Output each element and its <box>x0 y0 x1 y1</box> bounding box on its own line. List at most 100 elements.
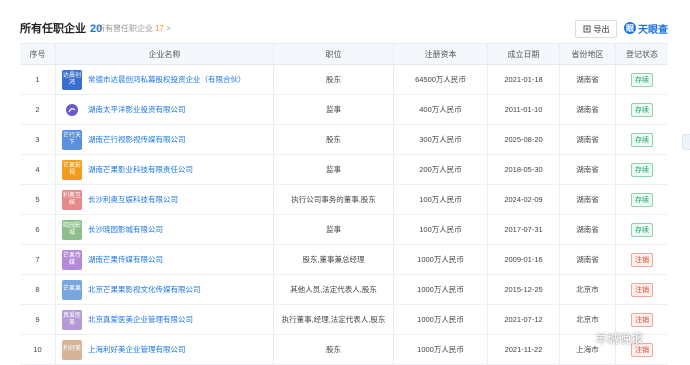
status-badge: 注销 <box>631 282 653 297</box>
company-logo: 利奥互娱 <box>62 189 82 210</box>
row-index: 8 <box>20 275 56 304</box>
tab-former-companies[interactable]: 所有曾任职企业 17 > <box>97 23 171 34</box>
date-cell: 2021-07-12 <box>488 305 560 334</box>
position-cell: 监事 <box>274 155 394 184</box>
companies-table: 序号 企业名称 职位 注册资本 成立日期 省份地区 登记状态 1 达晨创鸿 常德市达… <box>20 43 668 365</box>
table-header: 序号 企业名称 职位 注册资本 成立日期 省份地区 登记状态 <box>20 44 668 65</box>
table-row[interactable]: 5 利奥互娱 长沙利奥互娱科技有限公司 执行公司事务的董事,股东 100万人民币 2024… <box>20 185 668 215</box>
export-button[interactable]: 导出 <box>575 20 617 38</box>
position-cell: 股东 <box>274 335 394 364</box>
company-cell: 芒果影视 湖南芒果影业科技有限责任公司 <box>56 155 274 184</box>
capital-cell: 200万人民币 <box>394 155 488 184</box>
position-cell: 监事 <box>274 95 394 124</box>
date-cell: 2015-12-25 <box>488 275 560 304</box>
status-badge: 存续 <box>631 162 653 177</box>
capital-cell: 1000万人民币 <box>394 275 488 304</box>
company-name-link[interactable]: 湖南芒行视影视传媒有限公司 <box>88 134 186 145</box>
region-cell: 湖南省 <box>560 245 616 274</box>
status-cell: 存续 <box>616 95 668 124</box>
status-cell: 存续 <box>616 65 668 94</box>
capital-cell: 64500万人民币 <box>394 65 488 94</box>
watermark: 羊城晚报 <box>580 330 643 347</box>
position-cell: 股东 <box>274 125 394 154</box>
capital-cell: 100万人民币 <box>394 215 488 244</box>
status-badge: 存续 <box>631 222 653 237</box>
company-cell: 真爱医美 北京真爱医美企业管理有限公司 <box>56 305 274 334</box>
export-icon <box>583 25 590 33</box>
region-cell: 北京市 <box>560 275 616 304</box>
company-name-link[interactable]: 北京真爱医美企业管理有限公司 <box>88 314 193 325</box>
table-row[interactable]: 4 芒果影视 湖南芒果影业科技有限责任公司 监事 200万人民币 2018-05-30 湖南… <box>20 155 668 185</box>
position-cell: 其他人员,法定代表人,股东 <box>274 275 394 304</box>
company-logo: 芒行天下 <box>62 129 82 150</box>
weibo-icon <box>580 335 590 344</box>
title-text: 所有任职企业 <box>20 23 86 35</box>
capital-cell: 1000万人民币 <box>394 335 488 364</box>
watermark-text: 羊城晚报 <box>595 332 644 346</box>
position-cell: 股东,董事兼总经理 <box>274 245 394 274</box>
region-cell: 湖南省 <box>560 125 616 154</box>
brand-label: 天眼查 <box>638 24 668 36</box>
col-header-region: 省份地区 <box>560 44 616 64</box>
table-row[interactable]: 6 晓园影城 长沙晓园影城有限公司 监事 100万人民币 2017-07-31 湖南省 存续 <box>20 215 668 245</box>
eye-icon: 眼 <box>624 22 636 34</box>
company-cell: 达晨创鸿 常德市达晨创鸿私募股权投资企业（有限合伙） <box>56 65 274 94</box>
status-cell: 存续 <box>616 215 668 244</box>
date-cell: 2009-01-16 <box>488 245 560 274</box>
subtab-label: 所有曾任职企业 <box>97 24 153 33</box>
company-name-link[interactable]: 长沙晓园影城有限公司 <box>88 224 163 235</box>
region-cell: 湖南省 <box>560 185 616 214</box>
region-cell: 湖南省 <box>560 215 616 244</box>
status-badge: 注销 <box>631 252 653 267</box>
row-index: 1 <box>20 65 56 94</box>
table-row[interactable]: 8 芒果果 北京芒果果影视文化传媒有限公司 其他人员,法定代表人,股东 1000万人民币… <box>20 275 668 305</box>
company-logo: 芒果影视 <box>62 159 82 180</box>
col-header-status: 登记状态 <box>626 49 658 59</box>
table-row[interactable]: 1 达晨创鸿 常德市达晨创鸿私募股权投资企业（有限合伙） 股东 64500万人民币 202… <box>20 65 668 95</box>
date-cell: 2017-07-31 <box>488 215 560 244</box>
row-index: 7 <box>20 245 56 274</box>
col-header-index: 序号 <box>20 44 56 64</box>
company-logo: 真爱医美 <box>62 309 82 330</box>
section-title: 所有任职企业 20 <box>20 20 102 36</box>
side-feedback-tab[interactable] <box>682 134 690 150</box>
row-index: 3 <box>20 125 56 154</box>
row-index: 4 <box>20 155 56 184</box>
region-cell: 湖南省 <box>560 155 616 184</box>
company-cell: 湖南太平洋影业投资有限公司 <box>56 95 274 124</box>
table-row[interactable]: 9 真爱医美 北京真爱医美企业管理有限公司 执行董事,经理,法定代表人,股东 1000万… <box>20 305 668 335</box>
status-badge: 存续 <box>631 132 653 147</box>
region-cell: 湖南省 <box>560 65 616 94</box>
row-index: 9 <box>20 305 56 334</box>
position-cell: 股东 <box>274 65 394 94</box>
company-cell: 晓园影城 长沙晓园影城有限公司 <box>56 215 274 244</box>
company-name-link[interactable]: 常德市达晨创鸿私募股权投资企业（有限合伙） <box>88 74 246 85</box>
company-cell: 芒行天下 湖南芒行视影视传媒有限公司 <box>56 125 274 154</box>
company-name-link[interactable]: 湖南太平洋影业投资有限公司 <box>88 104 186 115</box>
date-cell: 2021-11-22 <box>488 335 560 364</box>
status-badge: 存续 <box>631 192 653 207</box>
company-name-link[interactable]: 长沙利奥互娱科技有限公司 <box>88 194 178 205</box>
status-cell: 存续 <box>616 125 668 154</box>
company-logo-icon <box>62 99 82 120</box>
capital-cell: 1000万人民币 <box>394 245 488 274</box>
status-cell: 存续 <box>616 185 668 214</box>
table-row[interactable]: 10 利好美 上海利好美企业管理有限公司 股东 1000万人民币 2021-11-22 上海… <box>20 335 668 365</box>
date-cell: 2018-05-30 <box>488 155 560 184</box>
company-logo: 利好美 <box>62 339 82 360</box>
table-row[interactable]: 3 芒行天下 湖南芒行视影视传媒有限公司 股东 300万人民币 2025-08-20 湖南省… <box>20 125 668 155</box>
company-name-link[interactable]: 北京芒果果影视文化传媒有限公司 <box>88 284 201 295</box>
table-row[interactable]: 2 湖南太平洋影业投资有限公司 监事 400万人民币 2011-01-10 湖南省 存续 <box>20 95 668 125</box>
position-cell: 执行董事,经理,法定代表人,股东 <box>274 305 394 334</box>
row-index: 10 <box>20 335 56 364</box>
date-cell: 2011-01-10 <box>488 95 560 124</box>
company-name-link[interactable]: 湖南芒果影业科技有限责任公司 <box>88 164 193 175</box>
export-label: 导出 <box>593 24 610 34</box>
status-badge: 存续 <box>631 102 653 117</box>
company-name-link[interactable]: 上海利好美企业管理有限公司 <box>88 344 186 355</box>
brand-logo[interactable]: 眼 天眼查 <box>624 20 668 36</box>
capital-cell: 400万人民币 <box>394 95 488 124</box>
row-index: 5 <box>20 185 56 214</box>
table-row[interactable]: 7 芒果传媒 湖南芒果传媒有限公司 股东,董事兼总经理 1000万人民币 2009-01-… <box>20 245 668 275</box>
company-name-link[interactable]: 湖南芒果传媒有限公司 <box>88 254 163 265</box>
